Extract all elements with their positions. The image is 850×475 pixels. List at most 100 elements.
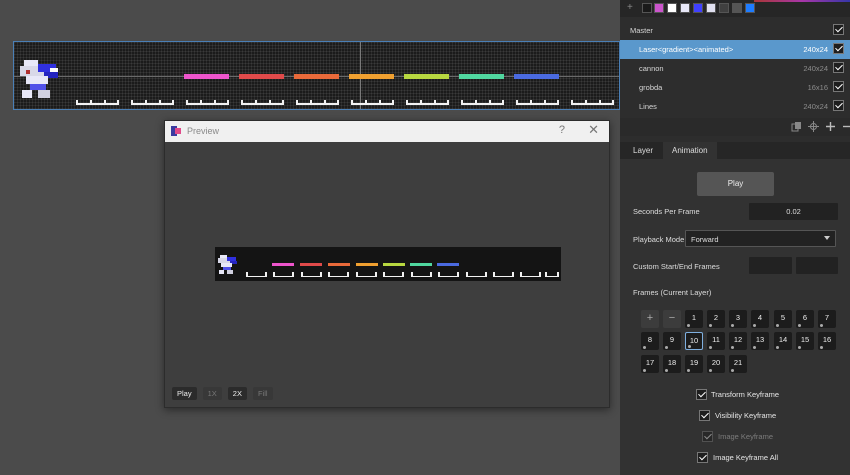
layer-visibility-checkbox[interactable] — [833, 81, 844, 92]
play-button[interactable]: Play — [697, 172, 774, 196]
playback-mode-select[interactable]: Forward — [685, 230, 836, 247]
zoom-2x-button[interactable]: 2X — [227, 387, 247, 400]
frame-number: 6 — [802, 313, 808, 322]
app-logo-icon — [171, 126, 181, 136]
preview-stage — [215, 247, 561, 281]
layer-row-laser[interactable]: Laser<gradient><animated> 240x24 — [620, 40, 850, 59]
transform-keyframe-row[interactable]: Transform Keyframe — [620, 389, 850, 402]
keyframe-dot — [688, 345, 691, 348]
frame-button[interactable]: 6 — [796, 310, 814, 328]
tab-layer[interactable]: Layer — [624, 142, 662, 159]
layer-row-lines[interactable]: Lines 240x24 — [620, 97, 850, 116]
frame-button[interactable]: 21 — [729, 355, 747, 373]
start-frame-input[interactable] — [749, 257, 792, 274]
keyframe-dot — [709, 346, 712, 349]
frame-button[interactable]: 1 — [685, 310, 703, 328]
frame-button[interactable]: 14 — [774, 332, 792, 350]
layer-visibility-checkbox[interactable] — [833, 43, 844, 54]
preview-ground-segment — [520, 272, 541, 280]
layer-size: 16x16 — [807, 83, 828, 92]
color-swatch[interactable] — [745, 3, 755, 13]
add-swatch-icon[interactable]: + — [627, 2, 633, 13]
layer-name: Laser<gradient><animated> — [639, 45, 734, 54]
color-swatch[interactable] — [732, 3, 742, 13]
ground-segment — [571, 100, 614, 109]
color-swatch[interactable] — [706, 3, 716, 13]
frame-button[interactable]: 13 — [751, 332, 769, 350]
color-swatch[interactable] — [642, 3, 652, 13]
visibility-keyframe-row[interactable]: Visibility Keyframe — [620, 410, 850, 423]
color-swatch[interactable] — [667, 3, 677, 13]
transform-keyframe-checkbox[interactable] — [696, 389, 707, 400]
frame-button[interactable]: 8 — [641, 332, 659, 350]
visibility-keyframe-label: Visibility Keyframe — [715, 411, 777, 420]
keyframe-dot — [798, 346, 801, 349]
layer-visibility-checkbox[interactable] — [833, 24, 844, 35]
frame-button[interactable]: 2 — [707, 310, 725, 328]
frame-button[interactable]: 18 — [663, 355, 681, 373]
frame-button[interactable]: 17 — [641, 355, 659, 373]
keyframe-dot — [731, 346, 734, 349]
seconds-per-frame-input[interactable]: 0.02 — [749, 203, 838, 220]
color-swatch[interactable] — [680, 3, 690, 13]
layer-row-master[interactable]: Master — [620, 21, 850, 40]
zoom-1x-button[interactable]: 1X — [202, 387, 222, 400]
frame-button[interactable]: 12 — [729, 332, 747, 350]
frame-button[interactable]: 20 — [707, 355, 725, 373]
custom-frames-label: Custom Start/End Frames — [633, 262, 720, 271]
layer-visibility-checkbox[interactable] — [833, 100, 844, 111]
visibility-keyframe-checkbox[interactable] — [699, 410, 710, 421]
add-icon[interactable] — [825, 121, 836, 132]
layer-row-cannon[interactable]: cannon 240x24 — [620, 59, 850, 78]
frame-button[interactable]: 4 — [751, 310, 769, 328]
frame-button[interactable]: 16 — [818, 332, 836, 350]
remove-icon[interactable] — [842, 121, 850, 132]
image-keyframe-checkbox[interactable] — [702, 431, 713, 442]
close-icon[interactable]: ✕ — [588, 122, 599, 138]
frame-number: 10 — [689, 336, 699, 345]
frame-button[interactable]: 11 — [707, 332, 725, 350]
frame-button[interactable]: 5 — [774, 310, 792, 328]
end-frame-input[interactable] — [796, 257, 838, 274]
keyframe-dot — [687, 369, 690, 372]
sprite-strip-canvas[interactable] — [13, 41, 620, 110]
laser-segment — [294, 74, 339, 79]
image-keyframe-all-row[interactable]: Image Keyframe All — [620, 452, 850, 465]
preview-laser-segment — [356, 263, 378, 266]
zoom-fill-button[interactable]: Fill — [252, 387, 273, 400]
image-keyframe-row[interactable]: Image Keyframe — [620, 431, 850, 444]
layer-visibility-checkbox[interactable] — [833, 62, 844, 73]
keyframe-dot — [665, 346, 668, 349]
image-keyframe-all-checkbox[interactable] — [697, 452, 708, 463]
color-swatch[interactable] — [654, 3, 664, 13]
color-swatch[interactable] — [719, 3, 729, 13]
color-swatch[interactable] — [693, 3, 703, 13]
canvas-area[interactable]: Preview ? ✕ Play 1X 2X Fill — [0, 0, 620, 475]
remove-frame-button[interactable]: − — [663, 310, 681, 328]
frame-number: 11 — [712, 335, 720, 344]
preview-controls: Play 1X 2X Fill — [172, 387, 273, 400]
frame-button-current[interactable]: 10 — [685, 332, 703, 350]
preview-titlebar[interactable]: Preview ? ✕ — [165, 121, 609, 142]
move-icon[interactable] — [808, 121, 819, 132]
copy-icon[interactable] — [791, 121, 802, 132]
frame-button[interactable]: 19 — [685, 355, 703, 373]
frame-button[interactable]: 7 — [818, 310, 836, 328]
layer-name: grobda — [639, 83, 663, 92]
frame-number: 4 — [757, 313, 763, 322]
preview-ground-segment — [493, 272, 514, 280]
tab-animation[interactable]: Animation — [663, 142, 717, 159]
add-frame-button[interactable]: + — [641, 310, 659, 328]
keyframe-dot — [776, 324, 779, 327]
help-icon[interactable]: ? — [559, 124, 565, 136]
preview-play-button[interactable]: Play — [172, 387, 197, 400]
layer-row-grobda[interactable]: grobda 16x16 — [620, 78, 850, 97]
frame-button[interactable]: 3 — [729, 310, 747, 328]
frame-button[interactable]: 9 — [663, 332, 681, 350]
laser-segment — [239, 74, 284, 79]
keyframe-dot — [753, 346, 756, 349]
preview-window[interactable]: Preview ? ✕ Play 1X 2X Fill — [164, 120, 610, 408]
preview-laser-segment — [328, 263, 350, 266]
frame-button[interactable]: 15 — [796, 332, 814, 350]
keyframe-dot — [731, 369, 734, 372]
